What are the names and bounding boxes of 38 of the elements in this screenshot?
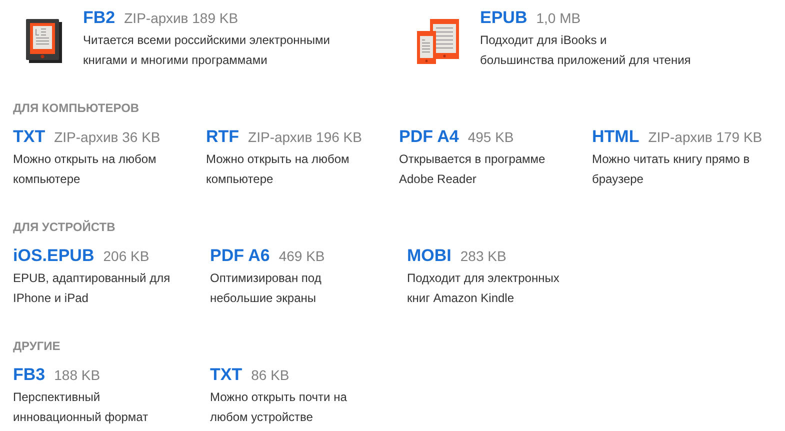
- format-description: Можно открыть на любом компьютере: [13, 151, 158, 188]
- format-description: Открывается в программе Adobe Reader: [399, 151, 546, 188]
- file-size: ZIP-архив 196 KB: [248, 128, 362, 147]
- format-link[interactable]: PDF A6: [210, 244, 270, 268]
- section-heading: ДЛЯ КОМПЬЮТЕРОВ: [13, 100, 140, 117]
- format-link[interactable]: TXT: [210, 363, 242, 387]
- format-link[interactable]: TXT: [13, 125, 46, 149]
- format-description: EPUB, адаптированный для IPhone и iPad: [13, 270, 172, 307]
- format-link[interactable]: MOBI: [407, 244, 452, 268]
- format-link[interactable]: PDF A4: [399, 125, 459, 149]
- file-size: 188 KB: [54, 366, 100, 385]
- e-reader-icon: [26, 19, 62, 63]
- file-size: 86 KB: [251, 366, 290, 385]
- format-link[interactable]: iOS.EPUB: [13, 244, 94, 268]
- file-size: ZIP-архив 179 KB: [648, 128, 762, 147]
- tablets-icon: [417, 19, 461, 65]
- section-heading: ДЛЯ УСТРОЙСТВ: [13, 219, 116, 236]
- format-description: Читается всеми российскими электронными книгами и многими программами: [83, 32, 330, 69]
- format-description: Можно читать книгу прямо в браузере: [592, 151, 751, 188]
- format-description: Подходит для iBooks и большинства приложений для чтения: [480, 32, 691, 69]
- section-heading: ДРУГИЕ: [13, 338, 62, 355]
- file-size: 1,0 MB: [536, 9, 581, 28]
- format-description: Можно открыть почти на любом устройстве: [210, 389, 348, 426]
- format-link[interactable]: HTML: [592, 125, 640, 149]
- format-description: Оптимизирован под небольшие экраны: [210, 270, 322, 307]
- format-description: Перспективный инновационный формат: [13, 389, 150, 426]
- file-size: 206 KB: [103, 247, 150, 266]
- file-size: 283 KB: [460, 247, 506, 266]
- format-link[interactable]: FB2: [83, 6, 116, 30]
- file-size: ZIP-архив 189 KB: [124, 9, 238, 28]
- format-link[interactable]: RTF: [206, 125, 240, 149]
- format-description: Подходит для электронных книг Amazon Kindle: [407, 270, 560, 307]
- format-link[interactable]: EPUB: [480, 6, 528, 30]
- format-description: Можно открыть на любом компьютере: [206, 151, 350, 188]
- file-size: 469 KB: [278, 247, 325, 266]
- format-link[interactable]: FB3: [13, 363, 46, 387]
- file-size: ZIP-архив 36 KB: [54, 128, 160, 147]
- file-size: 495 KB: [468, 128, 514, 147]
